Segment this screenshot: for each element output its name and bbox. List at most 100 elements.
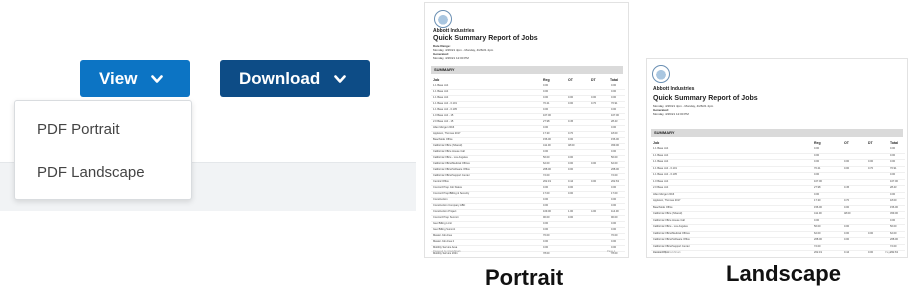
portrait-report-preview: Abbott Industries Quick Summary Report o… (424, 2, 629, 258)
table-cell: California Office/Software Office (433, 168, 470, 171)
table-cell: 0.00 (844, 225, 850, 228)
table-cell: 62.00 (890, 231, 897, 235)
table-cell: 18.00 (611, 132, 618, 135)
table-cell: California Office/Medical Offices (653, 231, 690, 235)
table-cell: 0.00 (568, 102, 574, 105)
table-cell: 0.00 (814, 160, 820, 163)
table-cell: 0.00 (568, 96, 574, 99)
table-cell: 0.00 (543, 84, 549, 87)
table-cell: 17.30 (814, 199, 821, 202)
table-cell: 0.00 (611, 150, 617, 153)
summary-header: SUMMARY (431, 66, 623, 74)
download-button[interactable]: Download (220, 60, 370, 97)
column-total: Total (610, 78, 619, 82)
table-cell: 0.00 (814, 173, 820, 176)
table-cell: 0.00 (543, 246, 549, 249)
table-cell: 56.00 (543, 156, 550, 159)
table-cell: Concord Prep Job Status (433, 186, 462, 189)
table-cell: 62.00 (611, 162, 618, 165)
chevron-down-icon (334, 69, 347, 89)
view-button[interactable]: View (80, 60, 190, 97)
table-cell: 459.00 (890, 212, 898, 215)
table-cell: 0.00 (890, 160, 896, 163)
table-cell: 0.00 (844, 160, 850, 163)
report-title: Quick Summary Report of Jobs (433, 35, 538, 42)
view-dropdown-menu: PDF Portrait PDF Landscape (14, 100, 192, 200)
table-cell: 70.21 (543, 102, 550, 105)
chevron-down-icon (151, 69, 164, 89)
table-cell: 268.00 (543, 168, 551, 171)
download-button-label: Download (239, 68, 321, 88)
table-cell: 0.70 (868, 166, 874, 170)
table-cell: 0.00 (611, 198, 617, 201)
table-cell: 0.00 (814, 153, 820, 157)
table-cell: 1.1 Base Job - 0.101 (653, 166, 677, 170)
table-cell: 0.00 (611, 222, 617, 225)
column-dt: DT (868, 141, 873, 145)
table-cell: 27.98 (543, 120, 550, 123)
column-dt: DT (591, 78, 596, 82)
table-cell: 56.00 (611, 156, 618, 159)
landscape-report-preview: Abbott Industries Quick Summary Report o… (646, 58, 908, 258)
table-cell: Central Office (433, 180, 449, 183)
table-cell: 0.00 (611, 204, 617, 207)
table-cell: Appleton, Thomas 2017 (653, 199, 681, 202)
table-cell: 48.00 (568, 144, 575, 147)
column-job: Job (433, 78, 440, 82)
table-cell: Concord Prep/Billing & Security (433, 192, 470, 195)
table-cell: Appleton, Thomas 2017 (433, 132, 461, 135)
table-cell: 0.00 (844, 166, 850, 170)
table-cell: 0.00 (591, 162, 597, 165)
table-cell: 0.00 (890, 218, 896, 222)
table-cell: 0.00 (568, 168, 574, 171)
table-cell: 0.00 (844, 238, 850, 241)
menu-item-pdf-landscape[interactable]: PDF Landscape (37, 164, 145, 181)
table-cell: 1.1 Base Job (653, 147, 669, 150)
table-cell: 0.00 (890, 147, 896, 150)
table-cell: 4.00 (591, 210, 597, 213)
table-cell: California Office House Call (433, 150, 465, 153)
company-name: Abbott Industries (433, 28, 475, 34)
table-cell: 0.00 (611, 84, 617, 87)
company-name: Abbott Industries (653, 86, 695, 92)
table-cell: 17.00 (543, 192, 550, 195)
caption-landscape: Landscape (726, 261, 841, 286)
table-cell: Concord Prep Job Status (653, 258, 682, 259)
table-cell: 0.00 (568, 162, 574, 165)
table-cell: 0.00 (868, 160, 874, 163)
table-cell: 0.00 (844, 231, 850, 235)
table-cell: 27.98 (814, 186, 821, 189)
table-cell: 0.00 (568, 186, 574, 189)
table-cell: 156.00 (543, 138, 551, 141)
table-cell: 268.00 (611, 168, 619, 171)
table-cell: Construction (433, 198, 448, 201)
table-cell: 28.43 (890, 186, 897, 189)
table-cell: 1.1 Base Job - 0.105 (433, 108, 457, 111)
table-cell: 56.00 (890, 225, 897, 228)
table-cell: 0.00 (543, 186, 549, 189)
table-cell: 0.00 (543, 90, 549, 93)
generated-value: Monday, 4/26/21 12:00 PM (433, 56, 469, 60)
table-cell: 411.00 (814, 212, 822, 215)
table-cell: 107.00 (611, 114, 619, 117)
table-cell: 62.00 (814, 231, 821, 235)
table-cell: 17.30 (543, 132, 550, 135)
table-cell: 202.63 (611, 180, 619, 183)
table-row: Concord Prep Job Status 0.00 0.00 0.00 (651, 258, 905, 259)
table-cell: 0.00 (611, 240, 617, 243)
table-cell: 107.00 (890, 179, 898, 183)
table-cell: 0.00 (543, 96, 549, 99)
table-cell: 109.00 (543, 210, 551, 213)
menu-item-pdf-portrait[interactable]: PDF Portrait (37, 121, 120, 138)
table-cell: 0.00 (543, 240, 549, 243)
table-cell: 70.00 (543, 234, 550, 237)
table-cell: 411.00 (543, 144, 551, 147)
column-reg: Reg (814, 141, 821, 145)
table-cell: 156.00 (814, 205, 822, 209)
table-cell: Concord Prep Summit (433, 216, 459, 219)
table-cell: 1.1 Base Job (653, 153, 669, 157)
table-cell: 0.00 (543, 228, 549, 231)
table-cell: 70.21 (814, 166, 821, 170)
report-page-number: Page 1 (885, 251, 894, 254)
table-cell: 1.1 Base Job - 0.101 (433, 102, 457, 105)
